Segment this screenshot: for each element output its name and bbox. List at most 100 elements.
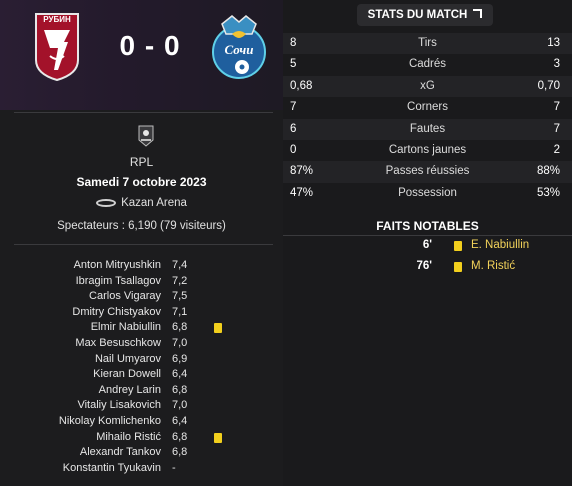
player-row[interactable]: Mihailo Ristić 6,8 [0, 430, 283, 446]
player-rating: 7,5 [172, 290, 188, 303]
stadium-icon [96, 198, 117, 207]
stat-row: xG 0,68 0,70 [283, 75, 572, 98]
spectators: Spectateurs : 6,190 (79 visiteurs) [57, 220, 226, 232]
venue-name: Kazan Arena [121, 197, 187, 209]
stat-label-value: xG [420, 79, 435, 92]
league-name[interactable]: RPL [0, 155, 283, 169]
player-name[interactable]: Alexandr Tankov [80, 446, 161, 458]
player-rating: 6,8 [172, 321, 188, 334]
stat-label-value: Corners [407, 101, 448, 114]
event-player[interactable]: E. Nabiullin [471, 239, 529, 251]
player-row[interactable]: Nail Umyarov 6,9 [0, 352, 283, 368]
player-rating: 7,4 [172, 259, 188, 271]
event-player[interactable]: M. Ristić [471, 260, 515, 272]
notable-event[interactable]: 76' M. Ristić [283, 257, 572, 277]
stat-home-value: 47% [290, 186, 314, 199]
score-header: РУБИН 0 - 0 Сочи [0, 0, 283, 110]
player-name[interactable]: Vitaliy Lisakovich [77, 399, 161, 411]
player-rating: 6,4 [172, 368, 188, 381]
match-summary-panel: РУБИН 0 - 0 Сочи RPL Samedi 7 octobre 20… [0, 0, 283, 486]
stat-away-value: 2 [553, 143, 560, 156]
home-crest-text: РУБИН [43, 15, 71, 24]
score: 0 - 0 [119, 30, 181, 61]
event-minute: 6' [422, 239, 432, 251]
player-rating: 6,8 [172, 430, 188, 443]
player-ratings-list: Anton Mitryushkin 7,4 Ibragim Tsallagov 7,2… [0, 258, 283, 476]
player-name[interactable]: Andrey Larin [99, 384, 161, 396]
away-team-crest[interactable]: Сочи [206, 12, 272, 82]
notable-event[interactable]: 6' E. Nabiullin [283, 236, 572, 256]
player-rating: 7,0 [172, 336, 188, 349]
player-name[interactable]: Elmir Nabiullin [91, 321, 161, 333]
player-rating: 6,8 [172, 446, 188, 459]
stat-home-value: 0 [290, 143, 297, 156]
player-name[interactable]: Max Besuschkow [75, 337, 161, 349]
stat-home-value: 0,68 [290, 79, 313, 92]
stat-away-value: 3 [553, 58, 560, 71]
stats-table: Tirs 8 13 Cadrés 5 3 xG 0,68 0,70 Corners 7 7 Fautes… [283, 33, 572, 204]
player-name[interactable]: Nikolay Komlichenko [59, 415, 161, 427]
player-rating: 6,4 [172, 414, 188, 427]
player-name[interactable]: Ibragim Tsallagov [76, 275, 161, 287]
stat-away-value: 13 [547, 37, 560, 49]
notable-title: FAITS NOTABLES [376, 219, 479, 233]
stat-away-value: 7 [553, 101, 560, 114]
player-row[interactable]: Ibragim Tsallagov 7,2 [0, 274, 283, 290]
stat-label-value: Cadrés [408, 58, 447, 71]
player-row[interactable]: Kieran Dowell 6,4 [0, 367, 283, 383]
player-row[interactable]: Nikolay Komlichenko 6,4 [0, 414, 283, 430]
stat-row: Cartons jaunes 0 2 [283, 140, 572, 161]
stat-label-value: Possession [398, 186, 457, 199]
stats-panel: STATS DU MATCH Tirs 8 13 Cadrés 5 3 xG 0,68 0,70… [283, 0, 572, 486]
player-row[interactable]: Vitaliy Lisakovich 7,0 [0, 398, 283, 414]
player-rating: 6,9 [172, 352, 188, 365]
yellow-card-icon [214, 323, 222, 334]
player-name[interactable]: Dmitry Chistyakov [72, 306, 161, 318]
stat-row: Cadrés 5 3 [283, 54, 572, 75]
home-team-crest[interactable]: РУБИН [34, 12, 80, 82]
player-row[interactable]: Carlos Vigaray 7,5 [0, 289, 283, 305]
player-row[interactable]: Alexandr Tankov 6,8 [0, 445, 283, 461]
stat-row: Possession 47% 53% [283, 183, 572, 204]
player-rating: 7,2 [172, 274, 188, 287]
league-logo-icon [138, 125, 154, 147]
player-row[interactable]: Max Besuschkow 7,0 [0, 336, 283, 352]
stat-away-value: 88% [536, 165, 560, 178]
player-row[interactable]: Anton Mitryushkin 7,4 [0, 258, 283, 274]
player-name[interactable]: Kieran Dowell [93, 368, 161, 380]
yellow-card-icon [454, 262, 462, 272]
player-row[interactable]: Andrey Larin 6,8 [0, 383, 283, 399]
player-rating: 7,1 [172, 305, 188, 318]
stat-row: Tirs 8 13 [283, 33, 572, 55]
stat-home-value: 6 [290, 122, 297, 135]
player-name[interactable]: Nail Umyarov [95, 353, 161, 365]
away-crest-text: Сочи [225, 42, 254, 57]
player-rating: 6,8 [172, 383, 188, 396]
stat-home-value: 8 [290, 37, 297, 49]
stat-home-value: 7 [290, 101, 297, 114]
stat-away-value: 0,70 [537, 79, 560, 92]
stat-row: Corners 7 7 [283, 97, 572, 118]
player-name[interactable]: Carlos Vigaray [89, 290, 161, 302]
expand-icon [473, 9, 483, 19]
stats-tab-button[interactable]: STATS DU MATCH [357, 4, 493, 26]
divider [14, 112, 273, 113]
player-row[interactable]: Elmir Nabiullin 6,8 [0, 320, 283, 336]
stat-label-value: Cartons jaunes [388, 143, 467, 156]
stat-away-value: 53% [536, 186, 560, 199]
player-name[interactable]: Konstantin Tyukavin [63, 462, 161, 474]
player-name[interactable]: Mihailo Ristić [96, 431, 161, 443]
stat-label-value: Passes réussies [385, 165, 470, 178]
stat-away-value: 7 [553, 122, 560, 135]
player-row[interactable]: Dmitry Chistyakov 7,1 [0, 305, 283, 321]
event-minute: 76' [416, 260, 432, 272]
stat-label-value: Tirs [418, 37, 437, 49]
yellow-card-icon [214, 432, 222, 443]
player-rating: 7,0 [172, 399, 188, 412]
player-name[interactable]: Anton Mitryushkin [74, 259, 161, 271]
stat-row: Fautes 6 7 [283, 118, 572, 140]
stat-row: Passes réussies 87% 88% [283, 161, 572, 183]
stat-label-value: Fautes [409, 122, 446, 135]
player-row[interactable]: Konstantin Tyukavin - [0, 461, 283, 477]
stats-tab-label: STATS DU MATCH [367, 9, 468, 21]
